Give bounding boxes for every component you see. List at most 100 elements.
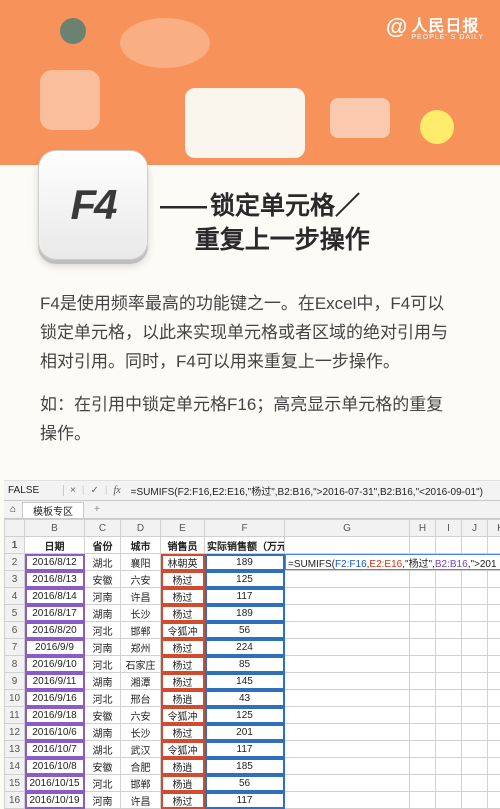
empty-cell[interactable] xyxy=(488,656,500,673)
cell-salesperson[interactable]: 杨逍 xyxy=(161,690,205,707)
cell-date[interactable]: 2016/8/12 xyxy=(25,554,85,571)
confirm-icon[interactable]: ✓ xyxy=(84,485,104,496)
cell-city[interactable]: 郑州 xyxy=(121,639,161,656)
cell-date[interactable]: 2016/10/7 xyxy=(25,741,85,758)
fx-icon[interactable]: fx xyxy=(107,485,126,496)
select-all-corner[interactable] xyxy=(5,520,25,537)
cell-salesperson[interactable]: 杨过 xyxy=(161,639,205,656)
cell-sales[interactable]: 189 xyxy=(205,554,285,571)
cell-province[interactable]: 河北 xyxy=(85,656,121,673)
rowhdr-14[interactable]: 14 xyxy=(5,758,25,775)
empty-cell[interactable] xyxy=(410,690,436,707)
empty-cell[interactable] xyxy=(462,605,488,622)
empty-cell[interactable] xyxy=(488,690,500,707)
cell-salesperson[interactable]: 令狐冲 xyxy=(161,707,205,724)
cell-sales[interactable]: 201 xyxy=(205,724,285,741)
cell-date[interactable]: 2016/8/13 xyxy=(25,571,85,588)
cell-city[interactable]: 长沙 xyxy=(121,605,161,622)
cell-date[interactable]: 2016/9/18 xyxy=(25,707,85,724)
empty-cell[interactable] xyxy=(436,571,462,588)
empty-cell[interactable] xyxy=(410,758,436,775)
cell-date[interactable]: 2016/10/19 xyxy=(25,792,85,809)
rowhdr-3[interactable]: 3 xyxy=(5,571,25,588)
cell-sales[interactable]: 117 xyxy=(205,588,285,605)
empty-cell[interactable] xyxy=(436,605,462,622)
cell-date[interactable]: 2016/10/8 xyxy=(25,758,85,775)
empty-cell[interactable] xyxy=(410,724,436,741)
empty-cell[interactable] xyxy=(436,622,462,639)
cell-sales[interactable]: 145 xyxy=(205,673,285,690)
colhdr-D[interactable]: D xyxy=(121,520,161,537)
table-row[interactable]: 112016/9/18安徽六安令狐冲125 xyxy=(5,707,500,724)
cell-province[interactable]: 河南 xyxy=(85,792,121,809)
empty-cell[interactable] xyxy=(436,707,462,724)
empty-cell[interactable] xyxy=(436,639,462,656)
cell-salesperson[interactable]: 杨逍 xyxy=(161,758,205,775)
cell-sales[interactable]: 117 xyxy=(205,792,285,809)
cell-salesperson[interactable]: 林朝英 xyxy=(161,554,205,571)
empty-cell[interactable] xyxy=(410,792,436,809)
empty-cell[interactable] xyxy=(410,622,436,639)
empty-cell[interactable] xyxy=(436,741,462,758)
rowhdr-4[interactable]: 4 xyxy=(5,588,25,605)
hdr-date[interactable]: 日期 xyxy=(25,537,85,554)
cell-city[interactable]: 湘潭 xyxy=(121,673,161,690)
cell-sales[interactable]: 224 xyxy=(205,639,285,656)
cell-sales[interactable]: 125 xyxy=(205,571,285,588)
cell-salesperson[interactable]: 杨过 xyxy=(161,605,205,622)
formula-bar[interactable]: FALSE × | ✓ | fx =SUMIFS(F2:F16,E2:E16,"… xyxy=(4,481,500,501)
empty-cell[interactable] xyxy=(285,639,410,656)
empty-cell[interactable] xyxy=(410,571,436,588)
cell-salesperson[interactable]: 令狐冲 xyxy=(161,622,205,639)
empty-cell[interactable] xyxy=(462,690,488,707)
empty-cell[interactable] xyxy=(285,571,410,588)
empty-cell[interactable] xyxy=(436,792,462,809)
rowhdr-5[interactable]: 5 xyxy=(5,605,25,622)
empty-cell[interactable] xyxy=(285,690,410,707)
empty-cell[interactable] xyxy=(285,605,410,622)
cell-province[interactable]: 湖南 xyxy=(85,605,121,622)
empty-cell[interactable] xyxy=(410,707,436,724)
empty-cell[interactable] xyxy=(488,792,500,809)
column-headers[interactable]: B C D E F G H I J K xyxy=(5,520,500,537)
empty-cell[interactable] xyxy=(285,741,410,758)
colhdr-J[interactable]: J xyxy=(462,520,488,537)
cell-city[interactable]: 许昌 xyxy=(121,792,161,809)
table-row[interactable]: 62016/8/20河北邯郸令狐冲56 xyxy=(5,622,500,639)
rowhdr-2[interactable]: 2 xyxy=(5,554,25,571)
rowhdr-7[interactable]: 7 xyxy=(5,639,25,656)
empty-cell[interactable] xyxy=(488,588,500,605)
cell-province[interactable]: 安徽 xyxy=(85,571,121,588)
colhdr-B[interactable]: B xyxy=(25,520,85,537)
rowhdr-8[interactable]: 8 xyxy=(5,656,25,673)
cell-city[interactable]: 邯郸 xyxy=(121,622,161,639)
home-icon[interactable]: ⌂ xyxy=(4,504,22,515)
cell-province[interactable]: 河北 xyxy=(85,622,121,639)
cell-date[interactable]: 2016/9/10 xyxy=(25,656,85,673)
table-row[interactable]: 122016/10/6湖南长沙杨过201 xyxy=(5,724,500,741)
cell-sales[interactable]: 85 xyxy=(205,656,285,673)
empty-cell[interactable] xyxy=(285,792,410,809)
colhdr-I[interactable]: I xyxy=(436,520,462,537)
empty-cell[interactable] xyxy=(436,758,462,775)
name-box[interactable]: FALSE xyxy=(4,485,64,496)
empty-cell[interactable] xyxy=(462,588,488,605)
cell-salesperson[interactable]: 杨过 xyxy=(161,588,205,605)
empty-cell[interactable] xyxy=(410,588,436,605)
empty-cell[interactable] xyxy=(488,622,500,639)
empty-cell[interactable] xyxy=(462,571,488,588)
cell-province[interactable]: 安徽 xyxy=(85,758,121,775)
empty-cell[interactable] xyxy=(488,605,500,622)
cell-province[interactable]: 河南 xyxy=(85,588,121,605)
cell-city[interactable]: 邢台 xyxy=(121,690,161,707)
colhdr-G[interactable]: G xyxy=(285,520,410,537)
cell-sales[interactable]: 185 xyxy=(205,758,285,775)
cell-province[interactable]: 湖南 xyxy=(85,724,121,741)
table-row[interactable]: 22016/8/12湖北襄阳林朝英189=SUMIFS(F2:F16,E2:E1… xyxy=(5,554,500,571)
table-row[interactable]: 132016/10/7湖北武汉令狐冲117 xyxy=(5,741,500,758)
empty-cell[interactable] xyxy=(285,588,410,605)
cell-province[interactable]: 河南 xyxy=(85,639,121,656)
table-row[interactable]: 72016/9/9河南郑州杨过224 xyxy=(5,639,500,656)
colhdr-C[interactable]: C xyxy=(85,520,121,537)
empty-cell[interactable] xyxy=(285,673,410,690)
